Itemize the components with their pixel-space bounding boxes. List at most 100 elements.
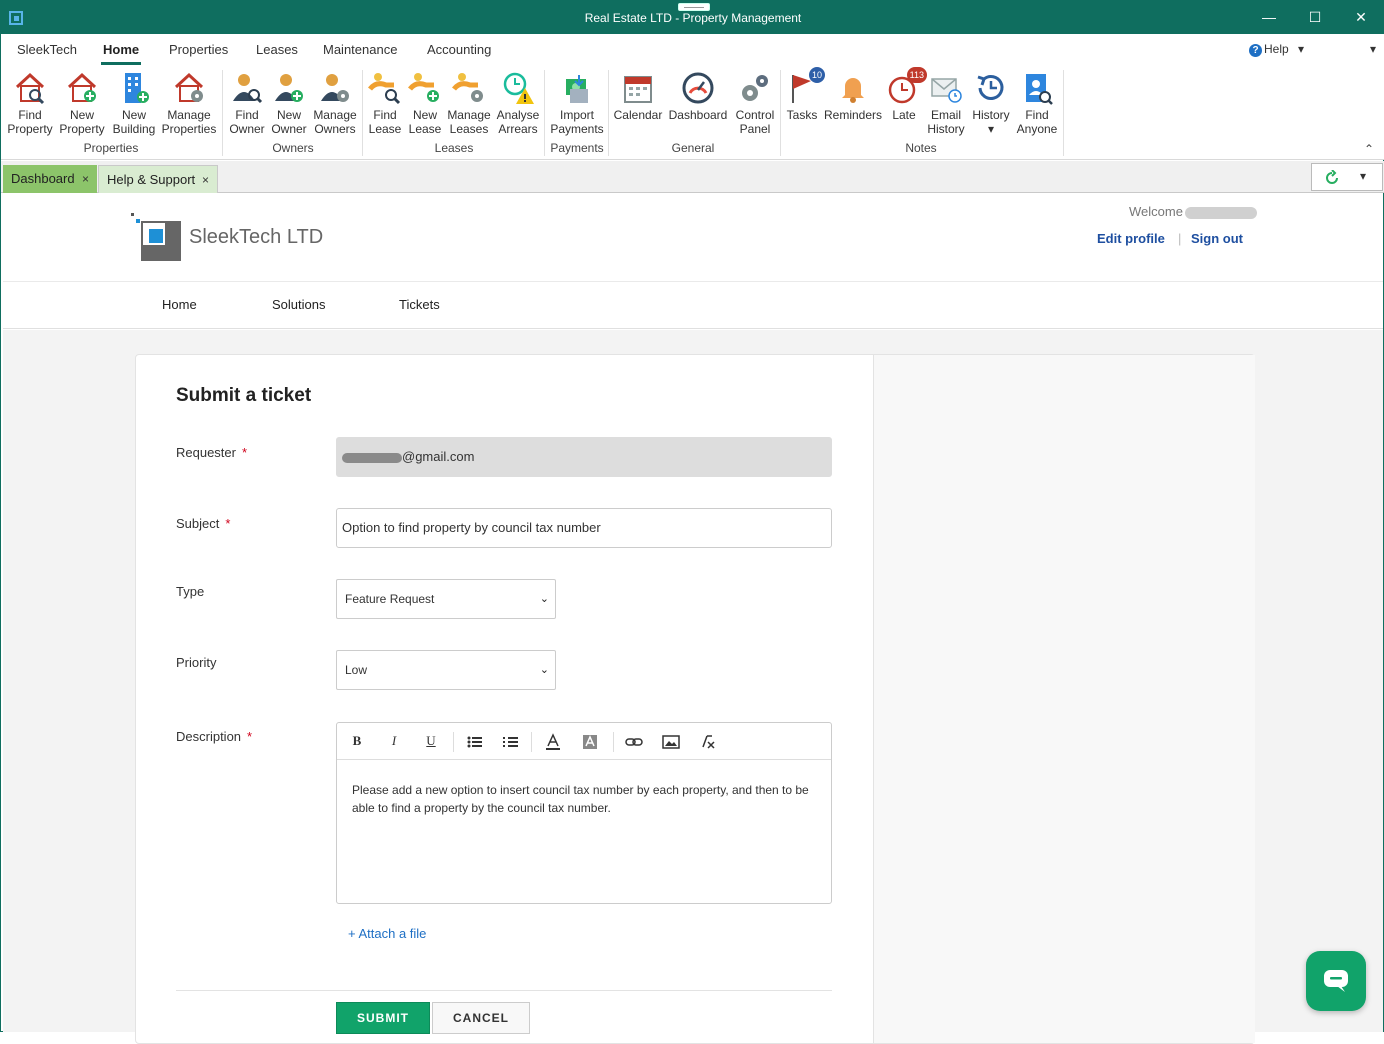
- refresh-icon[interactable]: [1324, 170, 1340, 186]
- description-label: Description *: [176, 729, 252, 744]
- new-property-button[interactable]: New Property: [59, 71, 105, 136]
- required-mark: *: [225, 516, 231, 531]
- person-add-icon: [275, 74, 303, 102]
- tasks-button[interactable]: 10 Tasks: [785, 67, 825, 122]
- portal-nav: Home Solutions Tickets: [3, 283, 1383, 329]
- title-grip-handle[interactable]: [678, 3, 710, 11]
- history-button[interactable]: History ▾: [969, 71, 1013, 136]
- group-label-general: General: [671, 141, 715, 155]
- tab-leases[interactable]: Leases: [256, 42, 298, 57]
- find-owner-label-2: Owner: [229, 122, 265, 136]
- sign-out-link[interactable]: Sign out: [1191, 231, 1243, 246]
- calendar-button[interactable]: Calendar: [613, 71, 663, 122]
- attach-file-link[interactable]: + Attach a file: [348, 926, 426, 941]
- dashboard-button[interactable]: Dashboard: [667, 71, 729, 122]
- toolbar-separator: [531, 732, 532, 752]
- control-panel-button[interactable]: Control Panel: [733, 71, 777, 136]
- manage-owners-label-2: Owners: [314, 122, 356, 136]
- reminders-button[interactable]: Reminders: [823, 71, 883, 122]
- doc-tab-help-support[interactable]: Help & Support ×: [98, 165, 218, 193]
- new-lease-button[interactable]: New Lease: [406, 71, 444, 136]
- priority-select[interactable]: Low ⌄: [336, 650, 556, 690]
- description-text[interactable]: Please add a new option to insert counci…: [352, 781, 822, 817]
- subject-label-text: Subject: [176, 516, 220, 531]
- find-lease-button[interactable]: Find Lease: [366, 71, 404, 136]
- find-owner-button[interactable]: Find Owner: [227, 71, 267, 136]
- edit-profile-link[interactable]: Edit profile: [1097, 231, 1165, 246]
- user-dropdown-icon[interactable]: ▾: [1370, 42, 1376, 56]
- doc-tab-dashboard[interactable]: Dashboard ×: [3, 165, 97, 193]
- tasks-icon-wrap: 10: [785, 67, 825, 105]
- analyse-arrears-button[interactable]: Analyse Arrears: [496, 71, 540, 136]
- new-owner-button[interactable]: New Owner: [269, 71, 309, 136]
- new-lease-label-2: Lease: [408, 122, 442, 136]
- late-button[interactable]: 113 Late: [887, 67, 927, 122]
- chat-widget-button[interactable]: [1306, 951, 1366, 1011]
- find-property-label-2: Property: [7, 122, 53, 136]
- submit-button[interactable]: SUBMIT: [336, 1002, 430, 1034]
- image-icon[interactable]: [661, 733, 681, 751]
- new-building-label-2: Building: [112, 122, 156, 136]
- tab-properties[interactable]: Properties: [169, 42, 228, 57]
- maximize-button[interactable]: ☐: [1292, 1, 1338, 34]
- close-button[interactable]: ✕: [1338, 1, 1384, 34]
- background-color-icon[interactable]: [580, 733, 600, 751]
- cancel-button[interactable]: CANCEL: [432, 1002, 530, 1034]
- group-label-properties: Properties: [83, 141, 139, 155]
- description-editor[interactable]: B I U Please add a new option to insert …: [336, 722, 832, 904]
- new-owner-label-1: New: [276, 108, 301, 122]
- new-building-button[interactable]: New Building: [111, 71, 157, 136]
- find-anyone-label-2: Anyone: [1016, 122, 1058, 136]
- font-color-icon[interactable]: [543, 733, 563, 751]
- help-button[interactable]: Help: [1264, 42, 1289, 56]
- history-dropdown-icon[interactable]: ▾: [988, 122, 994, 136]
- tab-home[interactable]: Home: [100, 42, 142, 65]
- manage-owners-button[interactable]: Manage Owners: [311, 71, 359, 136]
- underline-button[interactable]: U: [421, 733, 441, 751]
- find-anyone-button[interactable]: Find Anyone: [1015, 71, 1059, 136]
- clear-format-icon[interactable]: [697, 733, 717, 751]
- bold-button[interactable]: B: [347, 733, 367, 751]
- hand-key-gear-icon: [452, 73, 483, 102]
- manage-leases-button[interactable]: Manage Leases: [446, 71, 492, 136]
- help-dropdown-icon[interactable]: ▾: [1298, 42, 1304, 56]
- help-icon[interactable]: ?: [1249, 44, 1262, 57]
- doc-tab-help-support-close-icon[interactable]: ×: [202, 166, 209, 194]
- import-payments-button[interactable]: Import Payments: [549, 71, 605, 136]
- ticket-form-card: Submit a ticket Requester * @gmail.com Su…: [135, 354, 1255, 1044]
- portal-nav-home[interactable]: Home: [162, 297, 197, 312]
- portal-logo-text: SleekTech LTD: [189, 226, 324, 248]
- analyse-arrears-label-2: Arrears: [498, 122, 538, 136]
- portal-nav-tickets[interactable]: Tickets: [399, 297, 440, 312]
- ribbon-separator: [1063, 70, 1064, 156]
- welcome-text: Welcome: [1129, 204, 1257, 219]
- find-property-button[interactable]: Find Property: [7, 71, 53, 136]
- minimize-button[interactable]: —: [1246, 1, 1292, 34]
- refresh-dropdown-icon[interactable]: ▾: [1360, 169, 1366, 183]
- manage-properties-label-2: Properties: [161, 122, 217, 136]
- numbered-list-icon[interactable]: [501, 733, 521, 751]
- manage-properties-button[interactable]: Manage Properties: [161, 71, 217, 136]
- bullet-list-icon[interactable]: [465, 733, 485, 751]
- portal-nav-solutions[interactable]: Solutions: [272, 297, 325, 312]
- doc-tab-dashboard-close-icon[interactable]: ×: [82, 165, 89, 193]
- tab-sleektech[interactable]: SleekTech: [17, 42, 77, 57]
- type-select[interactable]: Feature Request ⌄: [336, 579, 556, 619]
- chevron-down-icon: ⌄: [539, 664, 549, 676]
- manage-leases-label-2: Leases: [449, 122, 489, 136]
- email-history-button[interactable]: Email History: [925, 71, 967, 136]
- history-label: History: [972, 108, 1010, 122]
- welcome-label: Welcome: [1129, 204, 1183, 219]
- collapse-ribbon-icon[interactable]: ⌃: [1364, 142, 1374, 156]
- late-badge: 113: [906, 67, 927, 83]
- control-panel-label-1: Control: [735, 108, 775, 122]
- tab-accounting[interactable]: Accounting: [427, 42, 491, 57]
- tab-maintenance[interactable]: Maintenance: [323, 42, 397, 57]
- title-bar[interactable]: Real Estate LTD - Property Management — …: [1, 1, 1384, 34]
- find-lease-label-2: Lease: [368, 122, 402, 136]
- calendar-icon: [624, 76, 652, 103]
- link-icon[interactable]: [624, 733, 644, 751]
- italic-button[interactable]: I: [384, 733, 404, 751]
- subject-input[interactable]: Option to find property by council tax n…: [336, 508, 832, 548]
- refresh-control[interactable]: ▾: [1311, 163, 1383, 191]
